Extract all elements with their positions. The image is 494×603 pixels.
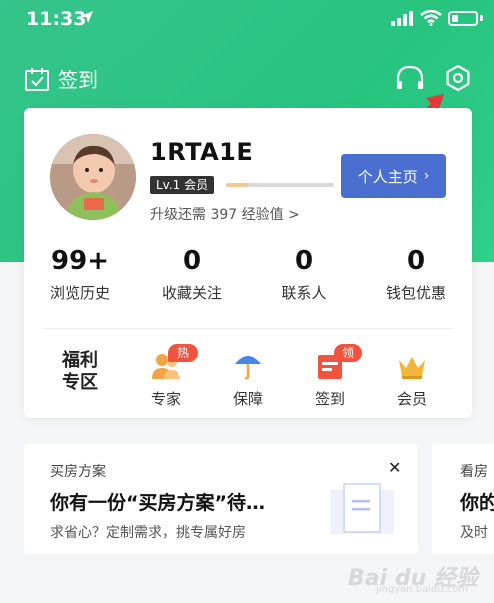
stat-label: 收藏关注 — [161, 284, 222, 302]
home-plan-card[interactable]: 买房方案 ✕ 你有一份“买房方案”待… 求省心？定制需求，挑专属好房 — [24, 444, 418, 554]
crown-icon — [399, 357, 425, 379]
quick-label: 保障 — [232, 390, 263, 408]
user-name: 1RTA1E — [150, 138, 254, 166]
stat-value: 0 — [406, 246, 426, 276]
umbrella-icon — [235, 356, 261, 380]
battery-tip — [480, 15, 483, 21]
watermark-url: jingyan.baidu.com — [376, 584, 469, 595]
card-header: 看房 — [460, 464, 488, 480]
stats-row: 99+ 浏览历史 0 收藏关注 0 联系人 0 钱包优惠 — [24, 244, 472, 314]
status-bar: 11:33 — [0, 0, 494, 38]
stat-label: 钱包优惠 — [385, 284, 446, 302]
settings-gear-icon[interactable] — [444, 64, 472, 92]
card-title: 你有一份“买房方案”待… — [50, 492, 265, 514]
location-arrow-icon — [81, 11, 93, 23]
stat-favorites[interactable]: 0 收藏关注 — [136, 244, 248, 303]
battery-icon — [448, 11, 478, 26]
quick-label: 签到 — [314, 390, 345, 408]
cellular-signal-icon — [391, 11, 413, 26]
quick-item-experts[interactable]: 专家 热门 — [134, 344, 198, 409]
exp-progress-fill — [226, 183, 248, 187]
customer-service-icon[interactable] — [394, 64, 426, 92]
hot-badge: 热门 — [168, 344, 198, 378]
card-description: 及时 — [460, 525, 488, 541]
personal-homepage-button[interactable]: 个人主页 › — [341, 154, 446, 198]
status-time: 11:33 — [26, 8, 87, 30]
stat-label: 联系人 — [281, 284, 327, 302]
stat-value: 99+ — [51, 246, 109, 276]
card-description: 求省心？定制需求，挑专属好房 — [50, 525, 246, 541]
stat-contacts[interactable]: 0 联系人 — [248, 244, 360, 303]
quick-label: 专家 — [150, 390, 181, 408]
card-title: 你的 — [460, 492, 494, 514]
document-icon — [330, 483, 394, 534]
checkin-label: 签到 — [58, 68, 98, 92]
avatar-photo — [50, 134, 136, 220]
earn-money-badge: 领钱 — [334, 344, 362, 378]
level-badge: Lv.1 会员 — [150, 176, 215, 194]
stat-value: 0 — [294, 246, 314, 276]
welfare-zone-button[interactable]: 福利 专区 — [62, 350, 108, 398]
welfare-line1: 福利 — [62, 350, 98, 371]
upgrade-hint-link[interactable]: 升级还需 397 经验值 > — [150, 204, 300, 224]
quick-item-checkin[interactable]: 签到 领钱 — [298, 344, 362, 409]
checkin-button[interactable]: 签到 — [24, 64, 98, 93]
avatar[interactable] — [50, 134, 136, 220]
chevron-right-icon: › — [423, 168, 430, 184]
stat-value: 0 — [182, 246, 202, 276]
stat-label: 浏览历史 — [49, 284, 110, 302]
wifi-icon — [420, 10, 442, 26]
quick-item-membership[interactable]: 会员 — [380, 350, 444, 409]
welfare-line2: 专区 — [62, 372, 98, 393]
house-viewing-card[interactable]: 看房 你的 及时 — [432, 444, 494, 554]
card-header: 买房方案 — [50, 464, 106, 480]
checkin-calendar-icon — [25, 67, 49, 91]
divider — [44, 328, 452, 329]
exp-progress-bar — [226, 183, 334, 187]
close-icon[interactable]: ✕ — [388, 458, 401, 477]
profile-card: 1RTA1E Lv.1 会员 升级还需 397 经验值 > 个人主页 › 99+ … — [24, 108, 472, 418]
quick-item-protection[interactable]: 保障 — [216, 350, 280, 409]
quick-actions: 福利 专区 专家 热门 保障 签到 领钱 会员 — [24, 340, 472, 410]
homepage-label: 个人主页 — [357, 167, 418, 186]
stat-wallet[interactable]: 0 钱包优惠 — [360, 244, 472, 303]
quick-label: 会员 — [396, 390, 427, 408]
stat-history[interactable]: 99+ 浏览历史 — [24, 244, 136, 303]
